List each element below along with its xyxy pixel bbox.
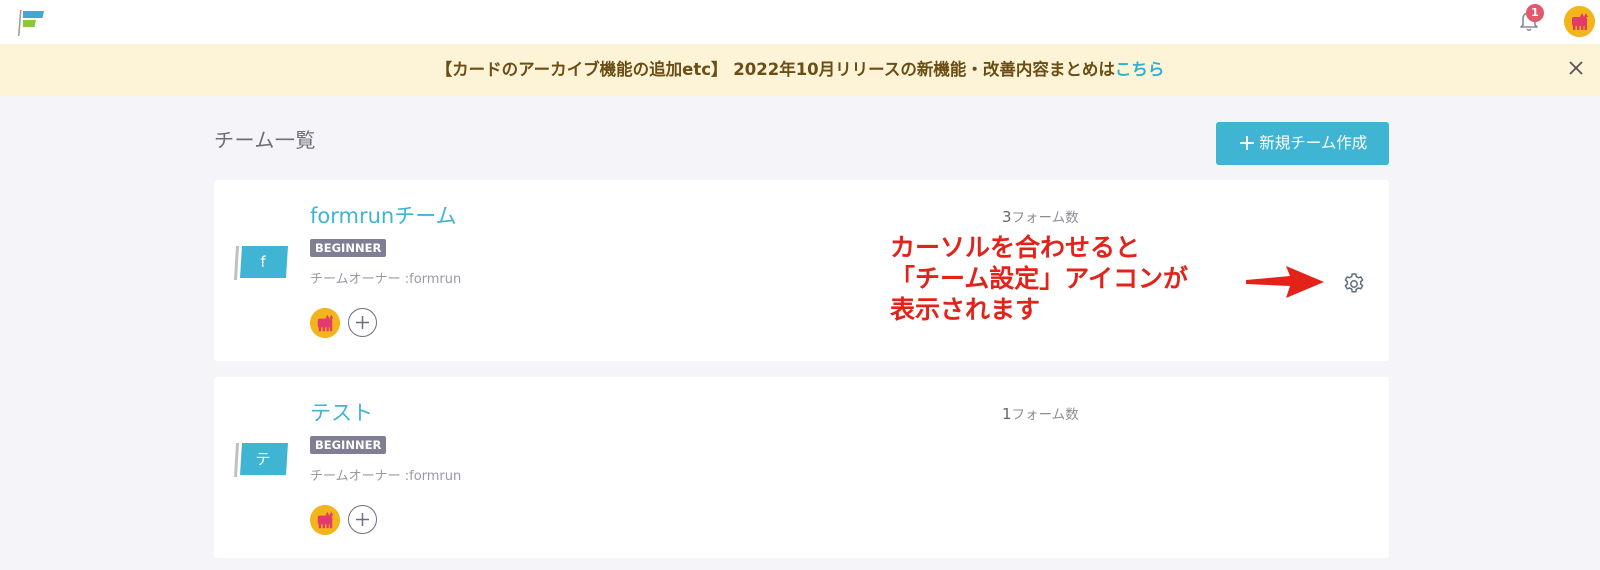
- banner-message: 【カードのアーカイブ機能の追加etc】 2022年10月リリースの新機能・改善内…: [0, 44, 1600, 96]
- form-count-label: フォーム数: [1011, 210, 1079, 226]
- annotation-callout: カーソルを合わせると 「チーム設定」アイコンが 表示されます: [890, 232, 1250, 325]
- form-count-number: 1: [1002, 405, 1012, 423]
- release-banner: 【カードのアーカイブ機能の追加etc】 2022年10月リリースの新機能・改善内…: [0, 44, 1600, 96]
- avatar-cat-icon: [310, 308, 340, 338]
- user-avatar[interactable]: [1564, 6, 1595, 37]
- close-icon[interactable]: [1566, 58, 1586, 78]
- top-navigation-bar: [0, 0, 1600, 44]
- team-owner: チームオーナー :formrun: [310, 272, 462, 287]
- plus-icon: +: [1237, 131, 1257, 156]
- team-initial: テ: [255, 450, 271, 468]
- plan-badge: BEGINNER: [310, 239, 387, 257]
- new-team-label: 新規チーム作成: [1259, 134, 1368, 152]
- add-member-button[interactable]: [348, 308, 377, 337]
- gear-icon[interactable]: [1342, 272, 1366, 296]
- annotation-line: カーソルを合わせると: [890, 233, 1141, 262]
- banner-text: 【カードのアーカイブ機能の追加etc】 2022年10月リリースの新機能・改善内…: [435, 60, 1115, 79]
- annotation-line: 「チーム設定」アイコンが: [890, 264, 1189, 293]
- member-avatar[interactable]: [310, 505, 340, 535]
- arrow-icon: [1246, 266, 1324, 298]
- team-name-link[interactable]: formrunチーム: [310, 200, 457, 230]
- page-title: チーム一覧: [214, 128, 316, 152]
- form-count-number: 3: [1002, 208, 1012, 226]
- team-initial: f: [260, 253, 266, 271]
- team-name-link[interactable]: テスト: [310, 397, 373, 427]
- team-owner: チームオーナー :formrun: [310, 469, 462, 484]
- plan-badge: BEGINNER: [310, 436, 387, 454]
- new-team-button[interactable]: + 新規チーム作成: [1216, 122, 1389, 165]
- annotation-line: 表示されます: [890, 295, 1041, 324]
- add-member-button[interactable]: [348, 505, 377, 534]
- avatar-cat-icon: [310, 505, 340, 535]
- form-count: 1フォーム数: [1002, 403, 1079, 423]
- member-avatar[interactable]: [310, 308, 340, 338]
- plus-icon: [356, 513, 369, 526]
- banner-link[interactable]: こちら: [1115, 60, 1165, 79]
- notification-badge: 1: [1526, 4, 1544, 22]
- plus-icon: [356, 316, 369, 329]
- avatar-cat-icon: [1564, 6, 1595, 37]
- team-card[interactable]: テ テスト BEGINNER チームオーナー :formrun 1フォーム数: [214, 377, 1389, 558]
- form-count: 3フォーム数: [1002, 206, 1079, 226]
- formrun-logo-icon[interactable]: [14, 8, 48, 38]
- form-count-label: フォーム数: [1011, 407, 1079, 423]
